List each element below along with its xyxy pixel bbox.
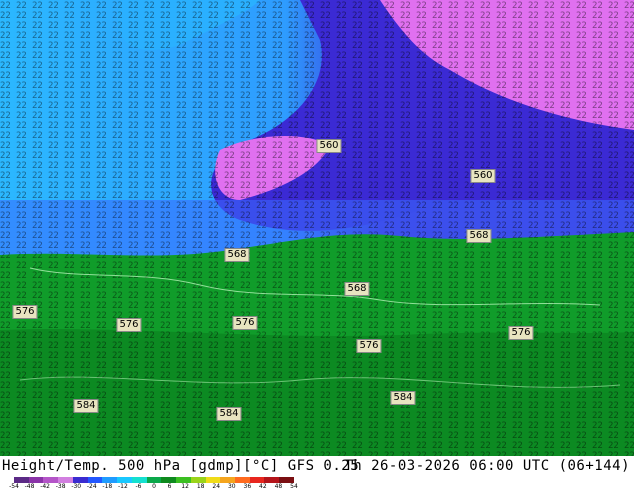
contour-label-568: 568 <box>466 229 492 243</box>
contour-label-576: 576 <box>116 318 142 332</box>
contour-label-560: 560 <box>470 169 496 183</box>
contour-label-568: 568 <box>344 282 370 296</box>
colorbar-tick-label: -48 <box>24 483 35 490</box>
contour-label-576: 576 <box>508 326 534 340</box>
forecast-datetime: Th 26-03-2026 06:00 UTC (06+144) <box>344 458 630 474</box>
colorbar-tick-label: 54 <box>290 483 298 490</box>
colorbar-tick-label: -38 <box>55 483 66 490</box>
contour-label-584: 584 <box>390 391 416 405</box>
contour-label-568: 568 <box>224 248 250 262</box>
map-title: Height/Temp. 500 hPa [gdmp][°C] GFS 0.25 <box>2 458 360 474</box>
contour-label-560: 560 <box>316 139 342 153</box>
colorbar-tick-label: 24 <box>212 483 221 490</box>
colorbar-tick-label: -6 <box>135 483 142 490</box>
contour-label-576: 576 <box>232 316 258 330</box>
colorbar-tick-label: -18 <box>102 483 113 490</box>
colorbar-tick-label: 12 <box>181 483 189 490</box>
colorbar-tick-label: 36 <box>243 483 252 490</box>
contour-label-584: 584 <box>216 407 242 421</box>
colorbar-tick-label: 18 <box>196 483 205 490</box>
colorbar-tick-label: -30 <box>71 483 82 490</box>
colorbar-tick-label: 6 <box>167 483 172 490</box>
colorbar-tick-label: -42 <box>40 483 51 490</box>
colorbar-tick-label: 30 <box>227 483 236 490</box>
colorbar-tick-label: -24 <box>86 483 97 490</box>
colorbar-tick-label: -12 <box>117 483 128 490</box>
contour-label-576: 576 <box>356 339 382 353</box>
colorbar-ticks: -54 -48 -42 -38 -30 -24 -18 -12 -6 0 6 12 18 24 30 36 42… <box>2 483 302 490</box>
colorbar-tick-label: 42 <box>259 483 267 490</box>
colorbar-tick-label: 0 <box>152 483 156 490</box>
contour-label-576: 576 <box>12 305 38 319</box>
weather-map: 22 <box>0 0 634 456</box>
colorbar-tick-label: -54 <box>9 483 19 490</box>
footer: Height/Temp. 500 hPa [gdmp][°C] GFS 0.25… <box>0 456 634 490</box>
contour-label-584: 584 <box>73 399 99 413</box>
colorbar-tick-label: 48 <box>274 483 283 490</box>
